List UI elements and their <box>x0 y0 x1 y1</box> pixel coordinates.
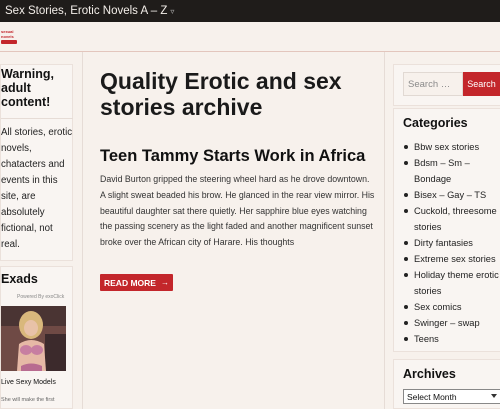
left-sidebar: Warning, adult content! All stories, ero… <box>0 52 83 409</box>
divider <box>1 118 73 119</box>
category-link[interactable]: Holiday theme erotic stories <box>403 267 500 299</box>
chevron-down-icon <box>491 394 497 398</box>
site-menu-link[interactable]: Sex Stories, Erotic Novels A – Z <box>5 5 167 17</box>
warning-text: All stories, erotic novels, chatacters a… <box>1 127 73 250</box>
category-link[interactable]: Swinger – swap <box>403 315 500 331</box>
archives-widget: Archives Select Month <box>393 359 500 409</box>
chevron-down-icon[interactable]: ▿ <box>170 7 174 16</box>
logo-text: sexual novels <box>1 29 14 39</box>
category-link[interactable]: Cuckold, threesome stories <box>403 203 500 235</box>
read-more-button[interactable]: READ MORE → <box>100 274 173 291</box>
categories-list: Bbw sex stories Bdsm – Sm – Bondage Bise… <box>403 139 500 347</box>
categories-title: Categories <box>403 116 468 130</box>
post-excerpt: David Burton gripped the steering wheel … <box>100 174 375 248</box>
arrow-right-icon: → <box>160 278 169 287</box>
main-content: Quality Erotic and sex stories archive T… <box>83 52 384 409</box>
archives-month-select[interactable]: Select Month <box>403 389 500 404</box>
site-header: sexual novels <box>0 22 500 52</box>
ad-caption: She will make the first <box>1 397 55 403</box>
exads-widget: Exads Powered By exoClick Live Sexy Mode… <box>0 266 73 409</box>
search-button[interactable]: Search <box>463 72 500 96</box>
category-link[interactable]: Sex comics <box>403 299 500 315</box>
warning-widget: Warning, adult content! All stories, ero… <box>0 64 73 261</box>
archives-select-value: Select Month <box>407 391 457 402</box>
live-models-link[interactable]: Live Sexy Models <box>1 379 56 386</box>
category-link[interactable]: Bbw sex stories <box>403 139 500 155</box>
category-link[interactable]: Bdsm – Sm – Bondage <box>403 155 500 187</box>
powered-by-label[interactable]: Powered By exoClick <box>17 294 64 300</box>
logo-underline <box>1 40 17 44</box>
page-title: Quality Erotic and sex stories archive <box>100 68 342 120</box>
category-link[interactable]: Dirty fantasies <box>403 235 500 251</box>
top-navigation-bar: Sex Stories, Erotic Novels A – Z ▿ <box>0 0 500 22</box>
exads-title: Exads <box>1 272 38 286</box>
search-widget: Search <box>393 64 500 106</box>
warning-title: Warning, adult content! <box>1 67 55 109</box>
read-more-label: READ MORE <box>104 277 156 288</box>
categories-widget: Categories Bbw sex stories Bdsm – Sm – B… <box>393 108 500 352</box>
site-logo-icon[interactable]: sexual novels <box>1 29 18 45</box>
right-sidebar: Search Categories Bbw sex stories Bdsm –… <box>384 52 500 409</box>
search-input[interactable] <box>403 72 463 96</box>
category-link[interactable]: Extreme sex stories <box>403 251 500 267</box>
post-title-link[interactable]: Teen Tammy Starts Work in Africa <box>100 147 370 166</box>
category-link[interactable]: Bisex – Gay – TS <box>403 187 500 203</box>
ad-image[interactable] <box>1 306 66 371</box>
archives-title: Archives <box>403 367 456 381</box>
category-link[interactable]: Teens <box>403 331 500 347</box>
